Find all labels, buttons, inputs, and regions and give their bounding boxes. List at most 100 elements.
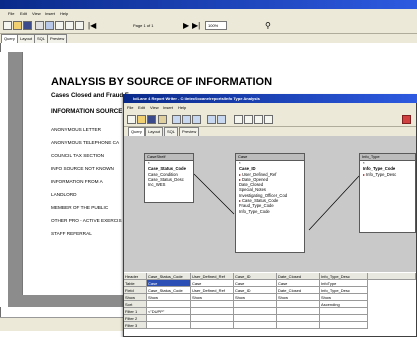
menu-insert[interactable]: Insert	[45, 11, 55, 16]
grid-cell-sort[interactable]	[147, 301, 191, 308]
row-header-filter-2: Filter 2	[124, 315, 147, 322]
tab-preview[interactable]: Preview	[47, 34, 68, 43]
grid-column-header[interactable]: Info_Type_Desc	[320, 273, 368, 280]
grid-cell-filter-3[interactable]	[320, 322, 368, 329]
grid-icon[interactable]	[55, 21, 64, 30]
front-tab-sql[interactable]: SQL	[164, 127, 179, 136]
grid-cell-table[interactable]: Case	[234, 280, 277, 287]
grid-cell-filter-2[interactable]	[234, 315, 277, 322]
table-icon[interactable]	[75, 21, 84, 30]
front-menu-help[interactable]: Help	[178, 105, 186, 110]
preview-icon[interactable]	[45, 21, 54, 30]
grid-cell-field[interactable]: Case_Status_Code	[147, 287, 191, 294]
field-icon-2[interactable]	[244, 115, 253, 124]
open-folder-icon[interactable]	[137, 115, 146, 124]
front-tab-query[interactable]: Query	[128, 127, 145, 136]
grid-cell-table[interactable]: Case	[277, 280, 320, 287]
grid-cell-sort[interactable]: Ascending	[320, 301, 368, 308]
field-icon-4[interactable]	[264, 115, 273, 124]
grid-cell-table[interactable]: Case	[191, 280, 234, 287]
list-icon[interactable]	[65, 21, 74, 30]
tab-query[interactable]: Query	[1, 34, 18, 43]
grid-cell-filter-1[interactable]	[320, 308, 368, 315]
grid-column-header-empty[interactable]	[368, 273, 416, 280]
join-icon[interactable]	[192, 115, 201, 124]
grid-cell-sort[interactable]	[191, 301, 234, 308]
grid-column-header[interactable]: User_Defined_Ref	[191, 273, 234, 280]
front-window-titlebar[interactable]: loiLane 4 Report Writer - C:\intec\locan…	[123, 94, 417, 103]
open-folder-icon[interactable]	[13, 21, 22, 30]
edit-icon[interactable]	[158, 115, 167, 124]
menu-edit[interactable]: Edit	[20, 11, 27, 16]
front-tab-preview[interactable]: Preview	[179, 127, 200, 136]
field-icon-1[interactable]	[234, 115, 243, 124]
table-case[interactable]: Case * Case_ID User_Defined_Ref Date_Ope…	[235, 153, 305, 253]
back-window-titlebar[interactable]: loiLane 4 Report Writer - C:\intec\locan…	[0, 0, 417, 14]
grid-cell-filter-1[interactable]: <"DUPP"	[147, 308, 191, 315]
grid-cell-sort[interactable]	[234, 301, 277, 308]
grid-cell-filter-2[interactable]	[147, 315, 191, 322]
grid-cell-filter-1[interactable]	[234, 308, 277, 315]
grid-cell-field[interactable]: Info_Type_Desc	[320, 287, 368, 294]
grid-cell-filter-2[interactable]	[277, 315, 320, 322]
tab-sql[interactable]: SQL	[34, 34, 49, 43]
first-page-icon[interactable]: |◀	[88, 21, 96, 30]
query-design-canvas[interactable]: CaseShelf * Case_Status_Code Case_Condit…	[124, 136, 416, 272]
front-menubar: File Edit View Insert Help	[124, 103, 416, 112]
grid-cell-filter-3[interactable]	[277, 322, 320, 329]
grid-column-header[interactable]: Case_ID	[234, 273, 277, 280]
row-header-header: Header	[124, 273, 147, 280]
grid-cell-filter-2[interactable]	[320, 315, 368, 322]
front-menu-view[interactable]: View	[150, 105, 159, 110]
grid-cell-table[interactable]: InfoType	[320, 280, 368, 287]
report-item: ANONYMOUS LETTER	[51, 127, 102, 132]
front-menu-file[interactable]: File	[127, 105, 133, 110]
grid-cell-show[interactable]: Show	[277, 294, 320, 301]
remove-table-icon[interactable]	[182, 115, 191, 124]
grid-cell-show[interactable]: Show	[191, 294, 234, 301]
grid-cell-filter-1[interactable]	[277, 308, 320, 315]
print-icon[interactable]	[35, 21, 44, 30]
grid-cell-show[interactable]: Show	[320, 294, 368, 301]
menu-file[interactable]: File	[8, 11, 14, 16]
front-tab-layout[interactable]: Layout	[145, 127, 164, 136]
field-row[interactable]: Inc_WES	[145, 182, 193, 187]
new-icon[interactable]	[127, 115, 136, 124]
field-row[interactable]: Case_Status_Code	[145, 166, 193, 171]
menu-help[interactable]: Help	[60, 11, 68, 16]
grid-cell-filter-3[interactable]	[191, 322, 234, 329]
grid-cell-field[interactable]: Case_ID	[234, 287, 277, 294]
grid-cell-field[interactable]: Date_Closed	[277, 287, 320, 294]
grid-cell-filter-3[interactable]	[147, 322, 191, 329]
save-icon[interactable]	[147, 115, 156, 124]
sort-icon[interactable]	[217, 115, 226, 124]
grid-column-header[interactable]: Date_Closed	[277, 273, 320, 280]
run-query-icon[interactable]	[207, 115, 216, 124]
grid-column-header[interactable]: Case_Status_Code	[147, 273, 191, 280]
field-icon-3[interactable]	[254, 115, 263, 124]
field-row[interactable]: Info_Type_Desc	[360, 172, 415, 177]
save-icon[interactable]	[23, 21, 32, 30]
zoom-select[interactable]: 100%	[205, 21, 227, 30]
menu-view[interactable]: View	[32, 11, 41, 16]
exit-icon[interactable]	[402, 115, 411, 124]
front-menu-edit[interactable]: Edit	[138, 105, 145, 110]
last-page-icon[interactable]: ▶|	[192, 21, 200, 30]
table-info-type[interactable]: Info_Type * Info_Type_Code Info_Type_Des…	[359, 153, 416, 233]
grid-cell-show[interactable]: Show	[147, 294, 191, 301]
grid-cell-sort[interactable]	[277, 301, 320, 308]
magnifier-icon[interactable]: ⚲	[265, 21, 271, 30]
front-menu-insert[interactable]: Insert	[163, 105, 173, 110]
next-page-icon[interactable]: ▶	[183, 21, 189, 30]
grid-cell-filter-3[interactable]	[234, 322, 277, 329]
grid-cell-field[interactable]: User_Defined_Ref	[191, 287, 234, 294]
table-caseshelf[interactable]: CaseShelf * Case_Status_Code Case_Condit…	[144, 153, 194, 203]
field-row[interactable]: Info_Type_Code	[236, 209, 304, 214]
tab-layout[interactable]: Layout	[17, 34, 36, 43]
grid-cell-show[interactable]: Show	[234, 294, 277, 301]
add-table-icon[interactable]	[172, 115, 181, 124]
grid-cell-filter-2[interactable]	[191, 315, 234, 322]
new-icon[interactable]	[3, 21, 12, 30]
grid-cell-filter-1[interactable]	[191, 308, 234, 315]
grid-cell-table[interactable]: Case	[147, 280, 191, 287]
